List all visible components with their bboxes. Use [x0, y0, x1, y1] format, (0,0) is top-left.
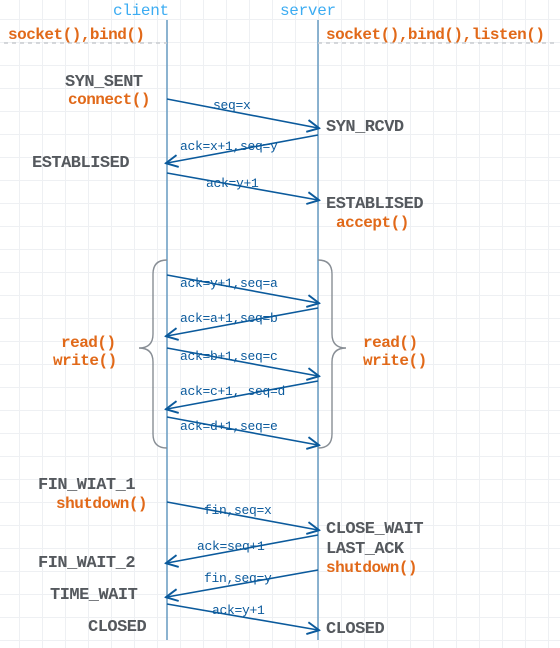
server-header: server [280, 2, 336, 20]
msg-d1: ack=y+1,seq=a [180, 276, 278, 291]
msg-d2: ack=a+1,seq=b [180, 311, 278, 326]
msg-ack-x1: ack=x+1,seq=y [180, 139, 278, 154]
call-connect: connect() [68, 91, 150, 109]
msg-d3: ack=b+1,seq=c [180, 349, 278, 364]
state-close-wait: CLOSE_WAIT [326, 520, 423, 539]
client-header: client [113, 2, 169, 20]
state-syn-sent: SYN_SENT [65, 73, 143, 92]
call-client-shut: shutdown() [56, 495, 147, 513]
state-client-est: ESTABLISED [32, 154, 129, 173]
call-client-read: read() [61, 334, 116, 352]
state-fin-wait-1: FIN_WIAT_1 [38, 476, 135, 495]
msg-d4: ack=c+1, seq=d [180, 384, 285, 399]
tcp-sequence-diagram: client server socket(),bind() socket(),b… [0, 0, 560, 648]
call-server-write: write() [363, 352, 427, 370]
state-fin-wait-2: FIN_WAIT_2 [38, 554, 135, 573]
client-setup-calls: socket(),bind() [8, 26, 145, 44]
msg-d5: ack=d+1,seq=e [180, 419, 278, 434]
call-server-read: read() [363, 334, 418, 352]
state-server-est: ESTABLISED [326, 195, 423, 214]
msg-f1: fin,seq=x [204, 503, 272, 518]
msg-seq-x: seq=x [213, 98, 251, 113]
state-time-wait: TIME_WAIT [50, 586, 137, 605]
call-server-shut: shutdown() [326, 559, 417, 577]
server-setup-calls: socket(),bind(),listen() [326, 26, 544, 44]
state-last-ack: LAST_ACK [326, 540, 404, 559]
msg-ack-y1: ack=y+1 [206, 176, 259, 191]
call-accept: accept() [336, 214, 409, 232]
state-client-closed: CLOSED [88, 618, 146, 637]
msg-f4: ack=y+1 [212, 603, 265, 618]
call-client-write: write() [53, 352, 117, 370]
msg-f3: fin,seq=y [204, 571, 272, 586]
state-syn-rcvd: SYN_RCVD [326, 118, 404, 137]
msg-f2: ack=seq+1 [197, 539, 265, 554]
state-server-closed: CLOSED [326, 620, 384, 639]
